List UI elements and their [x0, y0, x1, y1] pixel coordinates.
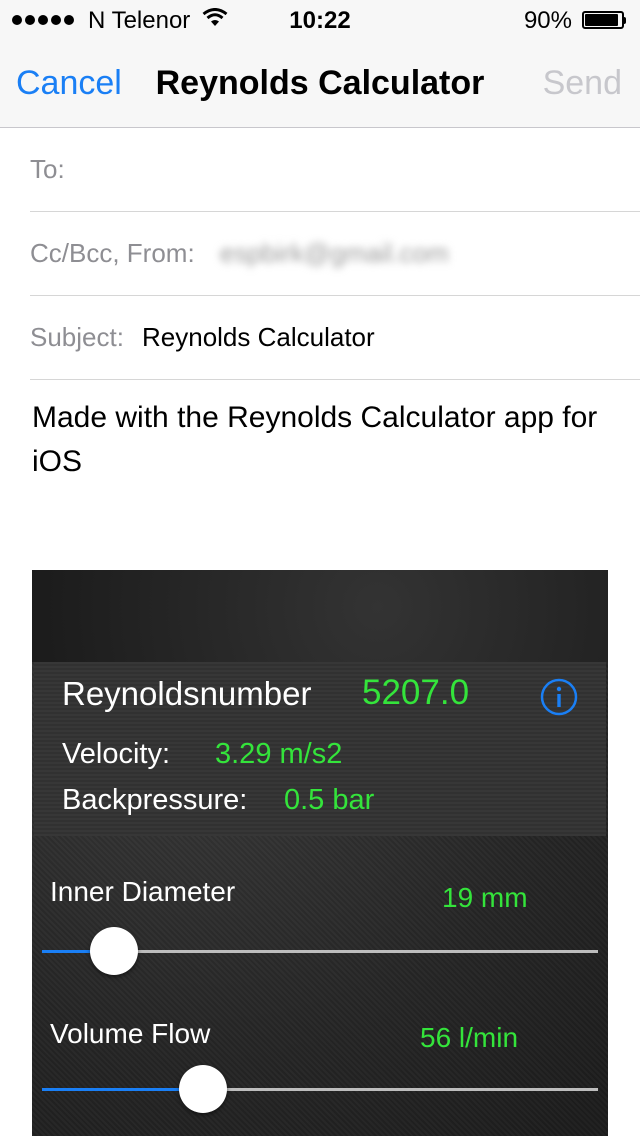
velocity-label: Velocity:: [62, 738, 170, 770]
backpressure-label: Backpressure:: [62, 784, 248, 816]
reynolds-number-label: Reynoldsnumber: [62, 675, 312, 712]
reynolds-number-value: 5207.0: [362, 673, 470, 712]
subject-input[interactable]: Reynolds Calculator: [142, 322, 375, 353]
inner-diameter-label: Inner Diameter: [50, 876, 236, 907]
to-label: To:: [30, 154, 65, 184]
subject-field[interactable]: Subject: Reynolds Calculator: [30, 296, 640, 380]
attached-screenshot: Reynoldsnumber 5207.0 Velocity: 3.29 m/s…: [32, 570, 608, 1136]
volume-flow-slider-thumb: [179, 1065, 228, 1113]
send-button[interactable]: Send: [543, 64, 622, 103]
info-icon: [540, 678, 578, 716]
status-bar: N Telenor 10:22 90%: [0, 0, 640, 40]
message-body[interactable]: Made with the Reynolds Calculator app fo…: [32, 396, 622, 484]
volume-flow-slider-track: [42, 1088, 598, 1091]
battery-percentage: 90%: [523, 7, 572, 34]
inner-diameter-slider-thumb: [90, 927, 139, 975]
volume-flow-value: 56 l/min: [420, 1022, 519, 1053]
attachment-header-background: [32, 570, 608, 662]
cancel-button[interactable]: Cancel: [16, 64, 122, 103]
backpressure-value: 0.5 bar: [284, 784, 375, 816]
inner-diameter-value: 19 mm: [442, 882, 528, 913]
battery-icon: [582, 11, 626, 31]
cc-bcc-from-label: Cc/Bcc, From:: [30, 238, 195, 268]
navigation-bar: Cancel Reynolds Calculator Send: [0, 40, 640, 128]
subject-label: Subject:: [30, 322, 124, 352]
to-field[interactable]: To:: [30, 128, 640, 212]
velocity-value: 3.29 m/s2: [215, 738, 343, 770]
volume-flow-label: Volume Flow: [50, 1018, 211, 1049]
cc-bcc-from-field[interactable]: Cc/Bcc, From: espbirk@gmail.com: [30, 212, 640, 296]
from-address[interactable]: espbirk@gmail.com: [220, 238, 449, 269]
